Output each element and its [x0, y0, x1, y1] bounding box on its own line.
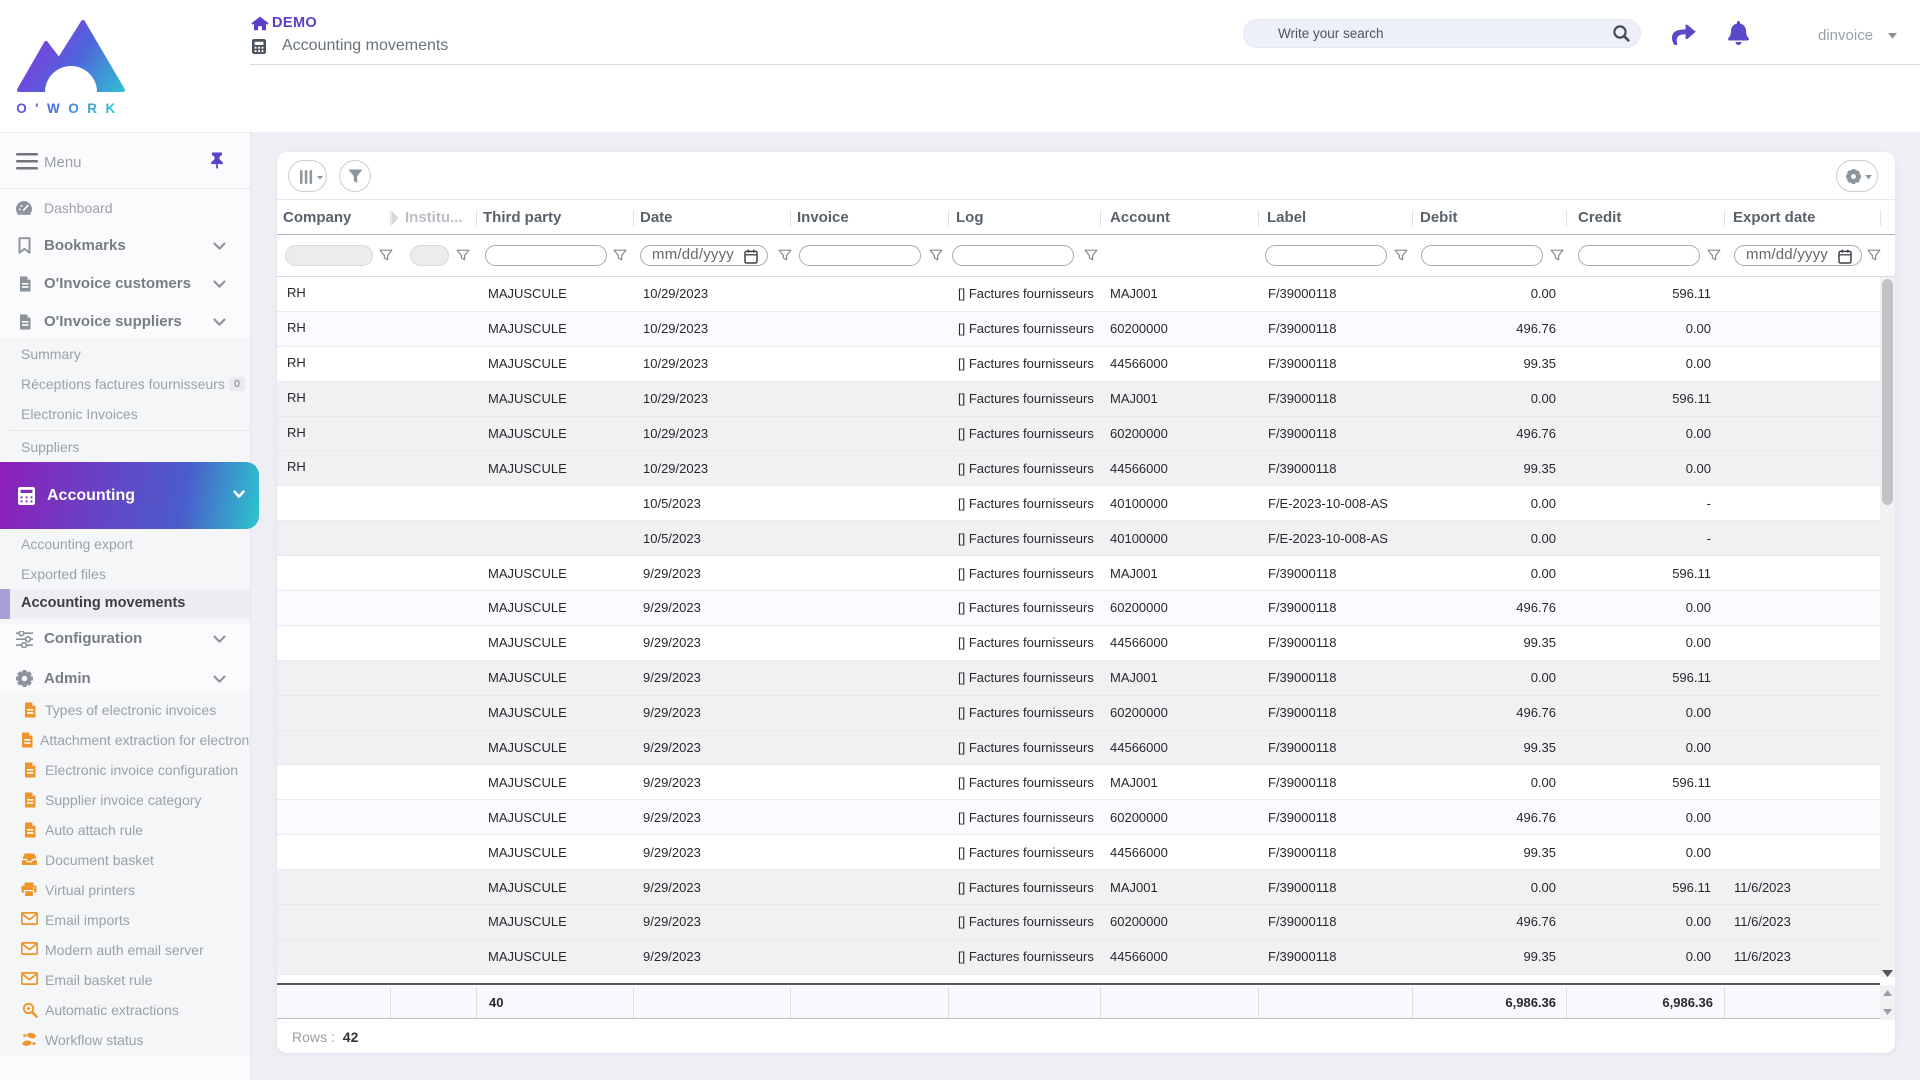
svg-text:O'WORK: O'WORK	[16, 101, 123, 116]
